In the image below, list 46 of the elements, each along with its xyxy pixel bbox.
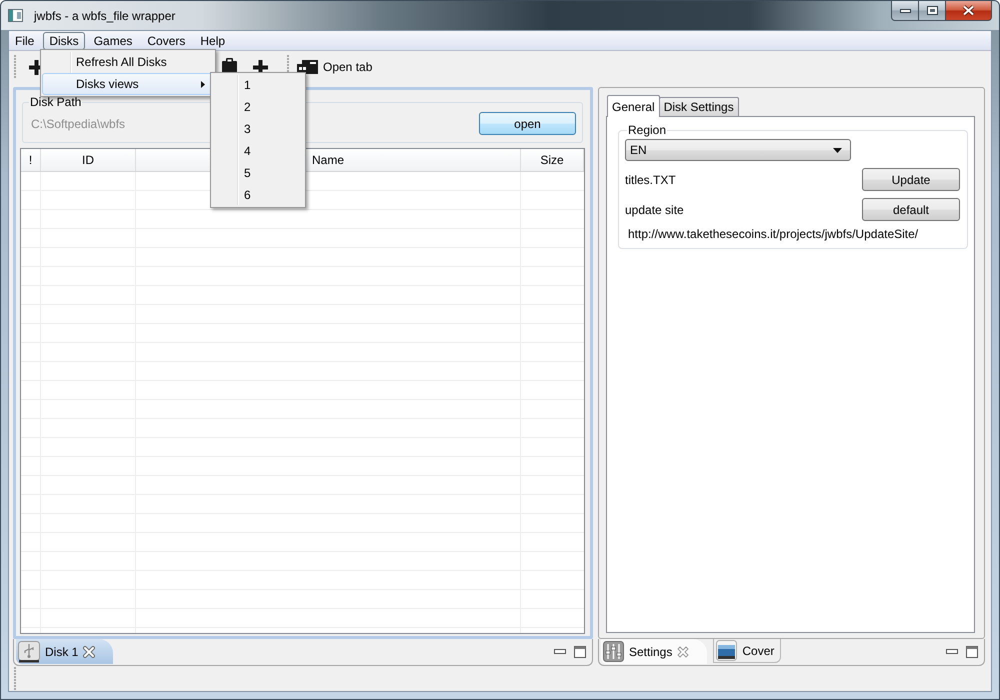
column-header[interactable]: Size — [521, 149, 584, 171]
disk-path-text: C:\Softpedia\wbfs — [31, 116, 126, 130]
close-icon[interactable] — [83, 646, 96, 658]
column-header[interactable]: ID — [41, 149, 136, 171]
minimize-icon — [900, 8, 910, 12]
setting-button[interactable]: Update — [862, 168, 960, 191]
maximize-icon[interactable] — [966, 646, 978, 658]
column-header[interactable]: ! — [21, 149, 41, 171]
menu-item[interactable]: 3 — [212, 118, 304, 140]
menu-item[interactable]: 1 — [212, 74, 304, 96]
setting-label: titles.TXT — [625, 172, 676, 186]
view-tab[interactable]: Cover — [713, 639, 782, 663]
view-tab[interactable]: Settings — [601, 639, 708, 664]
tab[interactable]: Disk Settings — [658, 97, 739, 116]
menu-item[interactable]: File — [9, 32, 40, 50]
menu-item[interactable]: 2 — [212, 96, 304, 118]
minimize-icon[interactable] — [946, 649, 958, 655]
group-label: Region — [627, 123, 668, 137]
close-button[interactable] — [945, 1, 992, 21]
app-icon — [8, 9, 23, 22]
menu-item[interactable]: Games — [88, 32, 138, 50]
group-label: Disk Path — [29, 95, 82, 109]
menu-item[interactable]: 6 — [212, 184, 304, 206]
minimize-button[interactable] — [891, 1, 919, 21]
sliders-icon — [603, 641, 624, 662]
maximize-button[interactable] — [918, 1, 946, 21]
window-title: jwbfs - a wbfs_file wrapper — [34, 9, 176, 23]
window-tab-icon — [297, 60, 318, 74]
open-button[interactable]: open — [479, 112, 576, 135]
setting-label: update site — [625, 202, 684, 216]
menu-item[interactable]: Refresh All Disks — [42, 51, 214, 73]
url-text: http://www.takethesecoins.it/projects/jwbfs/UpdateSite/ — [627, 227, 918, 241]
menu-item[interactable]: Disks — [43, 32, 85, 50]
maximize-icon — [926, 6, 938, 15]
minimize-icon[interactable] — [554, 649, 566, 655]
view-tab[interactable]: Disk 1 — [16, 639, 114, 664]
setting-button[interactable]: default — [862, 198, 960, 221]
region-dropdown[interactable]: EN — [625, 139, 851, 161]
maximize-icon[interactable] — [574, 646, 586, 658]
caret-icon — [833, 148, 842, 152]
tab[interactable]: General — [607, 95, 660, 117]
menu-item[interactable]: Covers — [141, 32, 192, 50]
submenu-arrow-icon — [201, 80, 205, 88]
close-icon — [962, 5, 975, 16]
menu-item[interactable]: Help — [194, 32, 232, 50]
close-icon[interactable] — [677, 646, 690, 658]
